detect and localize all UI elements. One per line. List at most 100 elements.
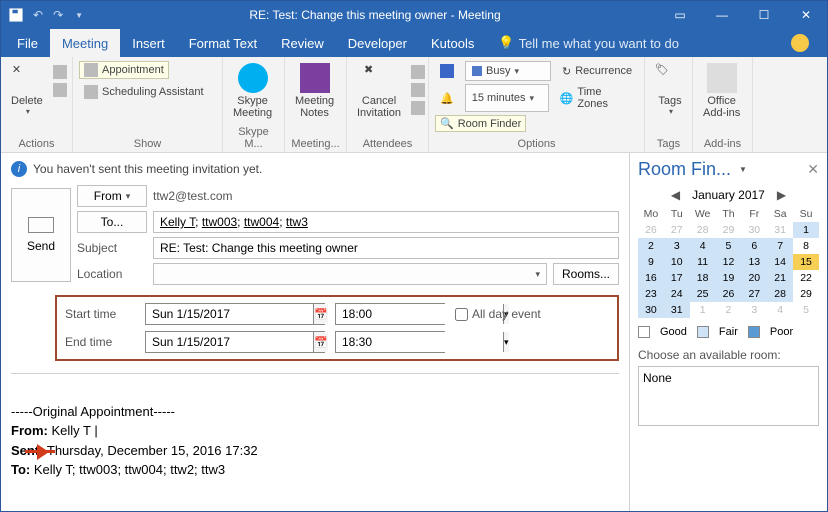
end-time-field[interactable]: ▾ [335,331,445,353]
calendar-day[interactable]: 26 [716,286,742,302]
calendar-day[interactable]: 9 [638,254,664,270]
tab-developer[interactable]: Developer [336,29,419,57]
calendar-day[interactable]: 25 [690,286,716,302]
reminder-icon[interactable]: 🔔 [435,84,459,112]
subject-field[interactable]: RE: Test: Change this meeting owner [153,237,619,259]
calendar-day[interactable]: 30 [638,302,664,318]
calendar-icon[interactable]: 📅 [313,304,328,324]
calendar-day[interactable]: 30 [741,222,767,238]
calendar-day[interactable]: 24 [664,286,690,302]
appointment-button[interactable]: Appointment [79,61,169,79]
tab-meeting[interactable]: Meeting [50,29,120,57]
room-finder-button[interactable]: 🔍Room Finder [435,115,526,132]
rooms-button[interactable]: Rooms... [553,263,619,285]
minimize-button[interactable]: ― [701,1,743,29]
prev-month-icon[interactable]: ◀ [671,188,680,202]
calendar-day[interactable]: 2 [638,238,664,254]
undo-icon[interactable]: ↶ [33,8,43,22]
calendar-day[interactable]: 22 [793,270,819,286]
chevron-down-icon[interactable]: ▾ [503,332,509,352]
calendar-day[interactable]: 29 [793,286,819,302]
calendar-day[interactable]: 4 [767,302,793,318]
tab-review[interactable]: Review [269,29,336,57]
tell-me[interactable]: 💡Tell me what you want to do [486,29,691,57]
calendar-icon[interactable] [53,65,67,79]
tab-kutools[interactable]: Kutools [419,29,486,57]
address-book-icon[interactable] [411,65,425,79]
recurrence-button[interactable]: ↻Recurrence [557,61,637,81]
calendar-day[interactable]: 14 [767,254,793,270]
to-field[interactable]: Kelly T; ttw003; ttw004; ttw3 [153,211,619,233]
calendar-day[interactable]: 31 [664,302,690,318]
calendar-day[interactable]: 1 [690,302,716,318]
calendar-day[interactable]: 10 [664,254,690,270]
cancel-invitation-button[interactable]: ✖Cancel Invitation [353,61,405,121]
calendar-day[interactable]: 18 [690,270,716,286]
calendar-day[interactable]: 23 [638,286,664,302]
calendar-day[interactable]: 8 [793,238,819,254]
feedback-smiley-icon[interactable] [791,34,809,52]
close-pane-icon[interactable]: ✕ [807,161,819,178]
send-button[interactable]: Send [11,188,71,282]
calendar-day[interactable]: 3 [741,302,767,318]
scheduling-assistant-button[interactable]: Scheduling Assistant [79,83,209,101]
calendar-icon[interactable]: 📅 [313,332,328,352]
room-list[interactable]: None [638,366,819,426]
calendar-day[interactable]: 27 [664,222,690,238]
message-body[interactable]: -----Original Appointment----- From: Kel… [11,373,619,480]
end-date-field[interactable]: 📅 [145,331,325,353]
chevron-down-icon[interactable]: ▼ [739,165,747,174]
calendar-day[interactable]: 12 [716,254,742,270]
show-as-dropdown[interactable]: Busy▾ [465,61,551,81]
ribbon-options-icon[interactable]: ▭ [659,1,701,29]
start-date-field[interactable]: 📅 [145,303,325,325]
calendar-day[interactable]: 26 [638,222,664,238]
calendar-day[interactable]: 5 [793,302,819,318]
calendar-day[interactable]: 27 [741,286,767,302]
redo-icon[interactable]: ↷ [53,8,63,22]
delete-button[interactable]: ✕ Delete▾ [7,61,47,118]
office-addins-button[interactable]: Office Add-ins [699,61,744,121]
close-button[interactable]: ✕ [785,1,827,29]
skype-meeting-button[interactable]: Skype Meeting [229,61,276,121]
calendar-day[interactable]: 2 [716,302,742,318]
calendar-day[interactable]: 29 [716,222,742,238]
calendar-day[interactable]: 21 [767,270,793,286]
calendar-day[interactable]: 4 [690,238,716,254]
from-button[interactable]: From▾ [77,185,147,207]
calendar-day[interactable]: 15 [793,254,819,270]
calendar-day[interactable]: 6 [741,238,767,254]
calendar-day[interactable]: 31 [767,222,793,238]
show-as-icon[interactable] [435,61,459,81]
calendar-day[interactable]: 11 [690,254,716,270]
forward-icon[interactable] [53,83,67,97]
reminder-dropdown[interactable]: 15 minutes▾ [465,84,549,112]
calendar[interactable]: MoTuWeThFrSaSu 2627282930311234567891011… [638,206,819,318]
maximize-button[interactable]: ☐ [743,1,785,29]
response-options-icon[interactable] [411,101,425,115]
location-field[interactable]: ▾ [153,263,547,285]
calendar-day[interactable]: 7 [767,238,793,254]
calendar-day[interactable]: 28 [690,222,716,238]
calendar-day[interactable]: 17 [664,270,690,286]
calendar-day[interactable]: 5 [716,238,742,254]
tab-file[interactable]: File [5,29,50,57]
tab-format-text[interactable]: Format Text [177,29,269,57]
start-time-field[interactable]: ▾ [335,303,445,325]
time-zones-button[interactable]: 🌐Time Zones [555,84,638,112]
calendar-day[interactable]: 3 [664,238,690,254]
all-day-checkbox[interactable] [455,308,468,321]
meeting-notes-button[interactable]: Meeting Notes [291,61,338,121]
calendar-day[interactable]: 16 [638,270,664,286]
check-names-icon[interactable] [411,83,425,97]
tags-button[interactable]: 🏷Tags▾ [651,61,689,118]
to-button[interactable]: To... [77,211,147,233]
tab-insert[interactable]: Insert [120,29,177,57]
calendar-day[interactable]: 20 [741,270,767,286]
calendar-day[interactable]: 13 [741,254,767,270]
save-icon[interactable] [9,8,23,22]
calendar-day[interactable]: 19 [716,270,742,286]
next-month-icon[interactable]: ▶ [777,188,786,202]
calendar-day[interactable]: 1 [793,222,819,238]
calendar-day[interactable]: 28 [767,286,793,302]
